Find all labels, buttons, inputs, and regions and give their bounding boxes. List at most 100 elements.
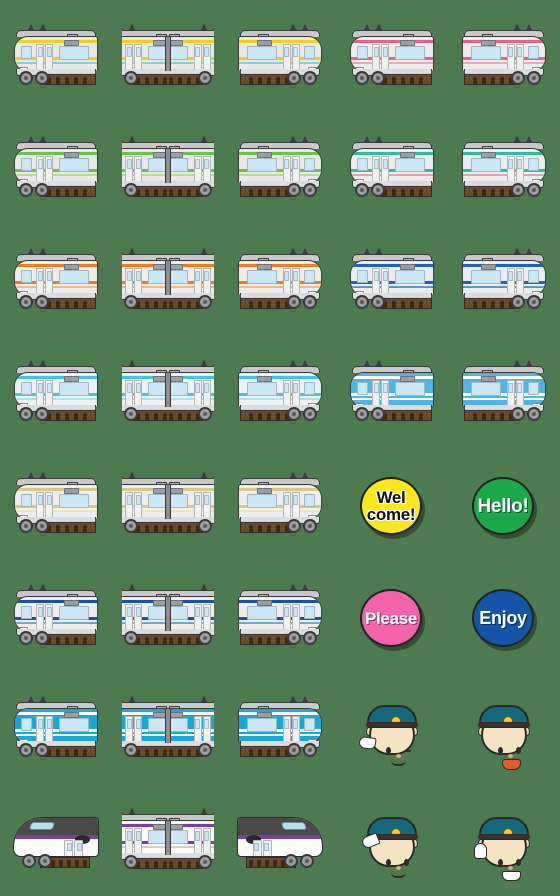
sticker-cell-r7-c1[interactable]	[0, 672, 112, 784]
train-wheel	[198, 855, 212, 869]
train-car	[458, 359, 550, 425]
conductor-announcing[interactable]	[477, 699, 531, 770]
sticker-cell-r7-c3[interactable]	[224, 672, 336, 784]
sticker-cell-r5-c3[interactable]	[224, 448, 336, 560]
train-door	[45, 44, 53, 71]
sticker-cell-r6-c4[interactable]: Please	[336, 560, 448, 672]
train-car	[346, 23, 438, 89]
cab-window	[528, 270, 539, 283]
sticker-cell-r3-c4[interactable]	[336, 224, 448, 336]
sticker-cell-r2-c2[interactable]	[112, 112, 224, 224]
sticker-cell-r6-c5[interactable]: Enjoy	[448, 560, 560, 672]
sticker-cell-r3-c5[interactable]	[448, 224, 560, 336]
sticker-cell-r1-c2[interactable]	[112, 0, 224, 112]
sticker-cell-r8-c5[interactable]	[448, 784, 560, 896]
door-window	[136, 159, 141, 169]
sticker-cell-r1-c3[interactable]	[224, 0, 336, 112]
train-car	[234, 695, 326, 761]
hello-badge[interactable]: Hello!	[472, 477, 534, 535]
sticker-cell-r4-c3[interactable]	[224, 336, 336, 448]
train-wheel	[300, 854, 314, 868]
sticker-cell-r8-c1[interactable]	[0, 784, 112, 896]
bogie	[280, 854, 314, 869]
train-door	[283, 492, 291, 519]
bogie	[507, 295, 541, 310]
sticker-art	[346, 359, 438, 425]
sticker-cell-r4-c2[interactable]	[112, 336, 224, 448]
sticker-cell-r8-c4[interactable]	[336, 784, 448, 896]
passenger-window	[168, 46, 188, 60]
emoji-sticker-grid: Wel come! Hello! Please Enjoy	[0, 0, 560, 896]
train-wheel	[511, 71, 525, 85]
train-car	[346, 135, 438, 201]
conductor-saluting[interactable]	[360, 811, 419, 878]
sticker-cell-r4-c5[interactable]	[448, 336, 560, 448]
train-door	[292, 604, 300, 631]
track-tie	[267, 76, 271, 84]
sticker-cell-r1-c5[interactable]	[448, 0, 560, 112]
stripe-top	[351, 40, 433, 44]
sticker-cell-r1-c4[interactable]	[336, 0, 448, 112]
bogie	[194, 71, 214, 86]
sticker-cell-r5-c4[interactable]: Wel come!	[336, 448, 448, 560]
sticker-cell-r6-c3[interactable]	[224, 560, 336, 672]
sticker-cell-r5-c2[interactable]	[112, 448, 224, 560]
sticker-cell-r2-c1[interactable]	[0, 112, 112, 224]
train-car	[458, 247, 550, 313]
train-door	[134, 380, 142, 407]
sticker-cell-r2-c5[interactable]	[448, 112, 560, 224]
sticker-cell-r7-c2[interactable]	[112, 672, 224, 784]
enjoy-badge[interactable]: Enjoy	[472, 589, 534, 647]
train-wheel	[527, 183, 541, 197]
car-coupling-gap	[165, 373, 171, 407]
bogie	[283, 631, 317, 646]
sticker-cell-r6-c1[interactable]	[0, 560, 112, 672]
stripe-top	[15, 600, 97, 604]
please-badge[interactable]: Please	[360, 589, 422, 647]
conductor-pointing[interactable]	[474, 811, 531, 881]
door-window	[204, 159, 209, 169]
train-door	[283, 156, 291, 183]
welcome-badge[interactable]: Wel come!	[360, 477, 422, 535]
train-body	[14, 148, 98, 184]
track-tie	[401, 188, 405, 196]
badge-label: Please	[364, 608, 418, 628]
conductor-winking-waving[interactable]	[358, 699, 419, 766]
track-tie	[83, 188, 87, 196]
train-wheel	[511, 183, 525, 197]
sticker-cell-r7-c5[interactable]	[448, 672, 560, 784]
train-door	[45, 156, 53, 183]
car-coupling-gap	[165, 261, 171, 295]
sticker-cell-r3-c2[interactable]	[112, 224, 224, 336]
sticker-cell-r5-c5[interactable]: Hello!	[448, 448, 560, 560]
sticker-cell-r8-c3[interactable]	[224, 784, 336, 896]
sticker-cell-r3-c3[interactable]	[224, 224, 336, 336]
sticker-cell-r5-c1[interactable]	[0, 448, 112, 560]
train-wheel	[35, 295, 49, 309]
sticker-cell-r7-c4[interactable]	[336, 672, 448, 784]
train-door	[134, 604, 142, 631]
train-body	[14, 260, 98, 296]
sticker-cell-r8-c2[interactable]	[112, 784, 224, 896]
sticker-cell-r4-c1[interactable]	[0, 336, 112, 448]
train-wheel	[371, 71, 385, 85]
bogie	[355, 71, 389, 86]
stripe-accent	[463, 174, 545, 177]
train-car	[234, 471, 326, 537]
sticker-cell-r2-c4[interactable]	[336, 112, 448, 224]
train-wheel	[124, 631, 138, 645]
sticker-cell-r2-c3[interactable]	[224, 112, 336, 224]
sticker-cell-r1-c1[interactable]	[0, 0, 112, 112]
stripe-accent	[15, 622, 97, 625]
sticker-cell-r6-c2[interactable]	[112, 560, 224, 672]
sticker-cell-r4-c4[interactable]	[336, 336, 448, 448]
track-tie	[258, 636, 262, 644]
train-car-half	[122, 23, 168, 89]
track-tie	[75, 859, 79, 867]
train-car	[10, 23, 102, 89]
track-tie	[267, 412, 271, 420]
train-body	[122, 372, 168, 408]
train-door	[125, 716, 133, 743]
sticker-cell-r3-c1[interactable]	[0, 224, 112, 336]
train-body	[122, 148, 168, 184]
